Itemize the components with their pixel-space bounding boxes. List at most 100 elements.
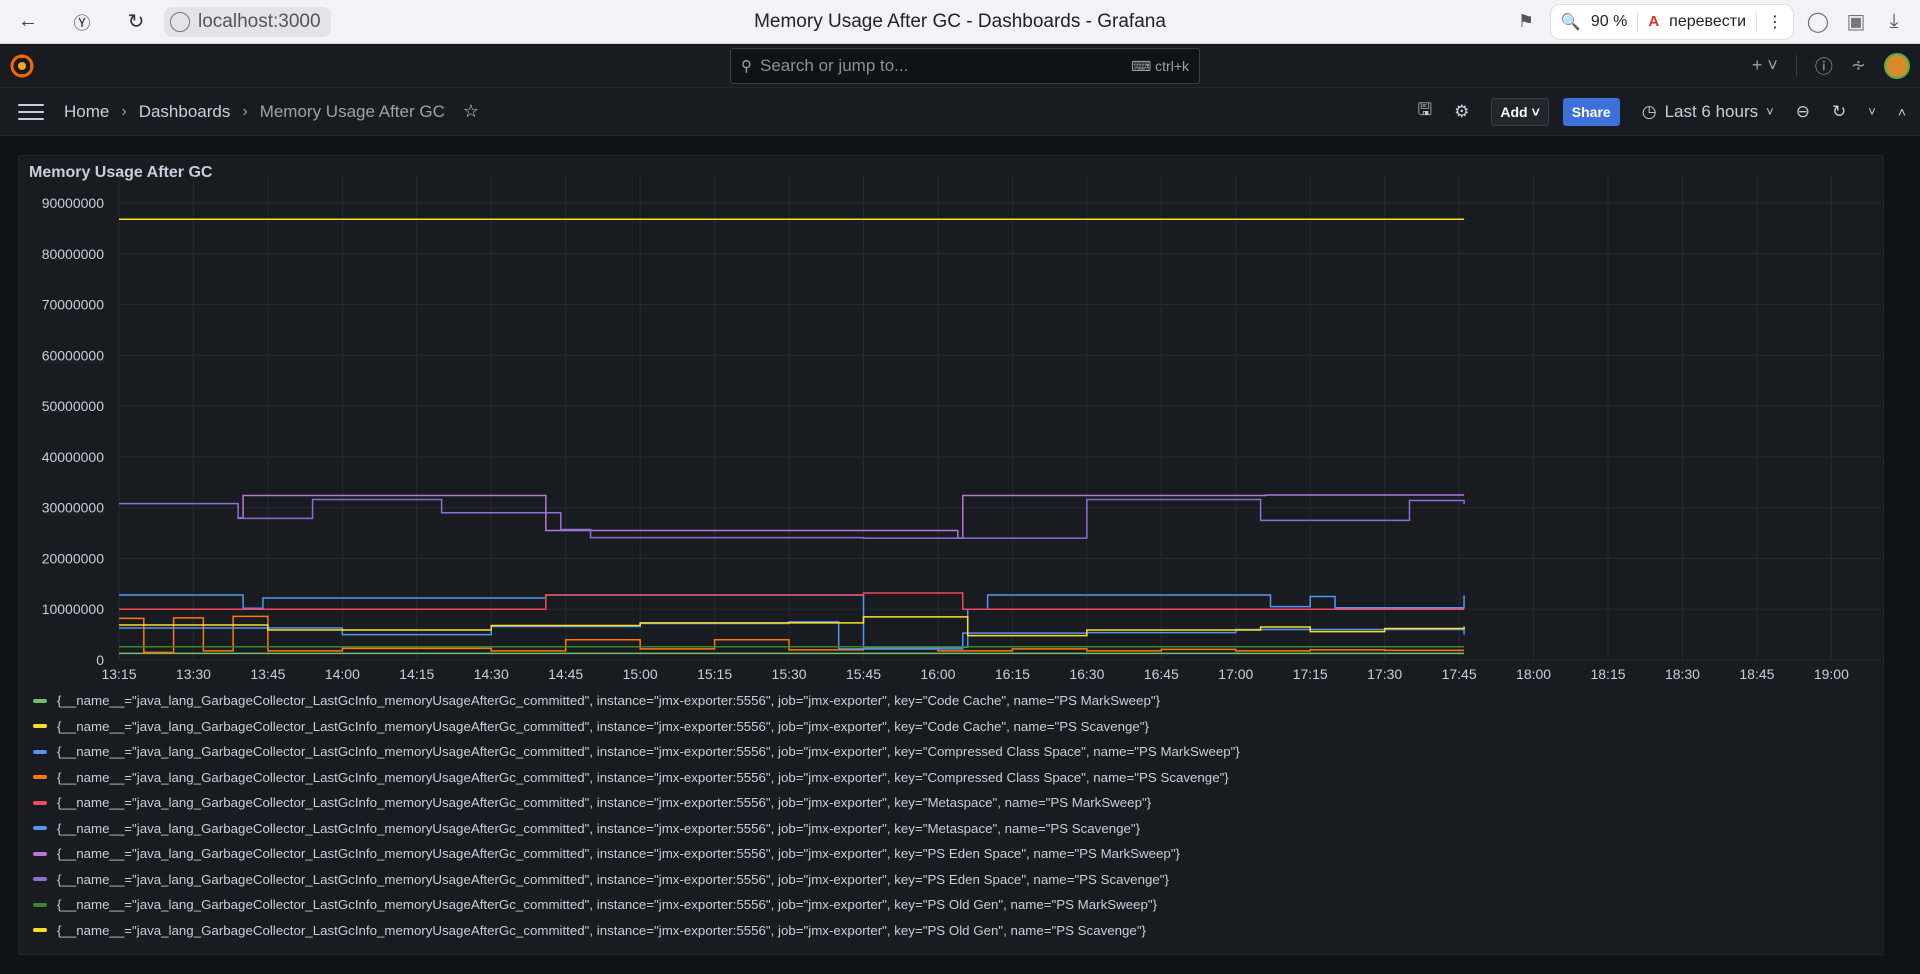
collections-icon[interactable]: ▣ [1842,8,1870,36]
legend-item[interactable]: {__name__="java_lang_GarbageCollector_La… [33,892,1240,918]
refresh-interval-chevron-icon[interactable]: ˅ [1868,104,1876,119]
translate-icon[interactable]: A [1648,13,1659,30]
y-tick-label: 40000000 [42,449,105,465]
legend-item[interactable]: {__name__="java_lang_GarbageCollector_La… [33,688,1240,714]
x-tick-label: 18:00 [1516,666,1551,682]
series-line-9 [119,616,1465,637]
legend-swatch [33,851,47,856]
x-tick-label: 18:15 [1590,666,1625,682]
settings-gear-icon[interactable]: ⚙ [1454,102,1469,122]
y-tick-label: 10000000 [42,601,105,617]
x-tick-label: 18:45 [1739,666,1774,682]
translate-button[interactable]: перевести [1669,13,1746,31]
breadcrumb-home[interactable]: Home [64,102,109,122]
globe-icon[interactable]: ◯ [1804,8,1832,36]
legend-swatch [33,775,47,780]
legend-swatch [33,826,47,831]
x-tick-label: 16:30 [1069,666,1104,682]
divider [1637,11,1639,32]
zoom-translate-group: 🔍 90 % A перевести ⋮ [1549,3,1794,40]
collapse-icon[interactable]: ˄ [1898,104,1906,120]
y-tick-label: 60000000 [42,347,105,363]
legend-item[interactable]: {__name__="java_lang_GarbageCollector_La… [33,765,1240,791]
legend-swatch [33,902,47,907]
legend-item[interactable]: {__name__="java_lang_GarbageCollector_La… [33,790,1240,816]
shortcut-label: ctrl+k [1155,58,1189,74]
download-icon[interactable]: ⤓ [1880,8,1908,36]
y-tick-label: 30000000 [42,500,105,516]
chart[interactable]: 0100000002000000030000000400000005000000… [19,156,1885,686]
legend-label: {__name__="java_lang_GarbageCollector_La… [57,846,1180,862]
x-tick-label: 17:45 [1442,666,1477,682]
chevron-down-icon: ˅ [1531,103,1540,120]
legend-label: {__name__="java_lang_GarbageCollector_La… [57,744,1240,760]
grafana-logo-icon[interactable] [0,53,44,79]
series-line-5 [119,621,1465,650]
legend-item[interactable]: {__name__="java_lang_GarbageCollector_La… [33,714,1240,740]
legend-label: {__name__="java_lang_GarbageCollector_La… [57,769,1229,785]
x-tick-label: 14:15 [399,666,434,682]
share-button[interactable]: Share [1562,97,1620,126]
site-info-icon[interactable] [170,11,190,32]
save-icon[interactable]: 🖫 [1418,97,1432,126]
new-menu-button[interactable]: + ˅ [1752,55,1778,76]
back-icon[interactable]: ← [14,8,42,36]
avatar[interactable] [1884,52,1910,79]
x-tick-label: 14:30 [474,666,509,682]
y-tick-label: 80000000 [42,246,105,262]
address-bar[interactable]: localhost:3000 [164,6,331,37]
legend-swatch [33,724,47,729]
x-tick-label: 19:00 [1814,666,1849,682]
grafana-topbar: ⚲ ⌨ ctrl+k + ˅ ⓘ ∻ [0,44,1920,88]
refresh-icon[interactable]: ↻ [1832,102,1846,122]
x-tick-label: 13:15 [101,666,136,682]
legend-item[interactable]: {__name__="java_lang_GarbageCollector_La… [33,867,1240,893]
legend-item[interactable]: {__name__="java_lang_GarbageCollector_La… [33,816,1240,842]
time-range-picker[interactable]: ◷ Last 6 hours ˅ [1642,102,1774,122]
legend-item[interactable]: {__name__="java_lang_GarbageCollector_La… [33,918,1240,944]
x-tick-label: 15:00 [623,666,658,682]
x-tick-label: 13:45 [250,666,285,682]
legend-swatch [33,877,47,882]
series-line-2 [119,594,1465,649]
zoom-level[interactable]: 90 % [1591,13,1627,31]
legend-item[interactable]: {__name__="java_lang_GarbageCollector_La… [33,841,1240,867]
zoom-icon[interactable]: 🔍 [1561,12,1581,32]
url-text[interactable]: localhost:3000 [198,11,321,33]
y-tick-label: 20000000 [42,550,105,566]
add-label: Add [1500,103,1528,120]
browser-toolbar: ← Ⓨ ↻ localhost:3000 Memory Usage After … [0,0,1920,44]
search-icon: ⚲ [741,58,752,75]
yandex-icon[interactable]: Ⓨ [68,8,96,36]
legend-item[interactable]: {__name__="java_lang_GarbageCollector_La… [33,739,1240,765]
chevron-right-icon: › [242,102,248,120]
add-button[interactable]: Add ˅ [1491,97,1549,126]
reload-icon[interactable]: ↻ [122,8,150,36]
search-box[interactable]: ⚲ ⌨ ctrl+k [730,48,1200,84]
timeseries-panel[interactable]: Memory Usage After GC 0 10000000 20000000 3… [18,155,1884,955]
legend-label: {__name__="java_lang_GarbageCollector_La… [57,871,1169,887]
x-tick-label: 13:30 [176,666,211,682]
dashboard-navbar: Home › Dashboards › Memory Usage After G… [0,88,1920,136]
x-tick-label: 17:00 [1218,666,1253,682]
breadcrumb-dashboards[interactable]: Dashboards [139,102,231,122]
legend-label: {__name__="java_lang_GarbageCollector_La… [57,820,1141,836]
clock-icon: ◷ [1641,101,1657,121]
legend-label: {__name__="java_lang_GarbageCollector_La… [57,718,1149,734]
help-icon[interactable]: ⓘ [1815,53,1833,79]
more-icon[interactable]: ⋮ [1767,12,1783,32]
y-tick-label: 90000000 [42,195,105,211]
star-icon[interactable]: ☆ [463,101,479,122]
legend-swatch [33,800,47,805]
x-tick-label: 18:30 [1665,666,1700,682]
zoom-out-icon[interactable]: ⊖ [1796,102,1810,122]
x-tick-label: 15:15 [697,666,732,682]
legend-swatch [33,698,47,703]
y-tick-label: 70000000 [42,297,105,313]
news-feed-icon[interactable]: ∻ [1851,55,1866,76]
legend-label: {__name__="java_lang_GarbageCollector_La… [57,922,1146,938]
menu-icon[interactable] [18,103,44,120]
bookmark-icon[interactable]: ⚑ [1512,8,1540,36]
x-tick-label: 14:45 [548,666,583,682]
search-input[interactable] [760,56,1123,76]
